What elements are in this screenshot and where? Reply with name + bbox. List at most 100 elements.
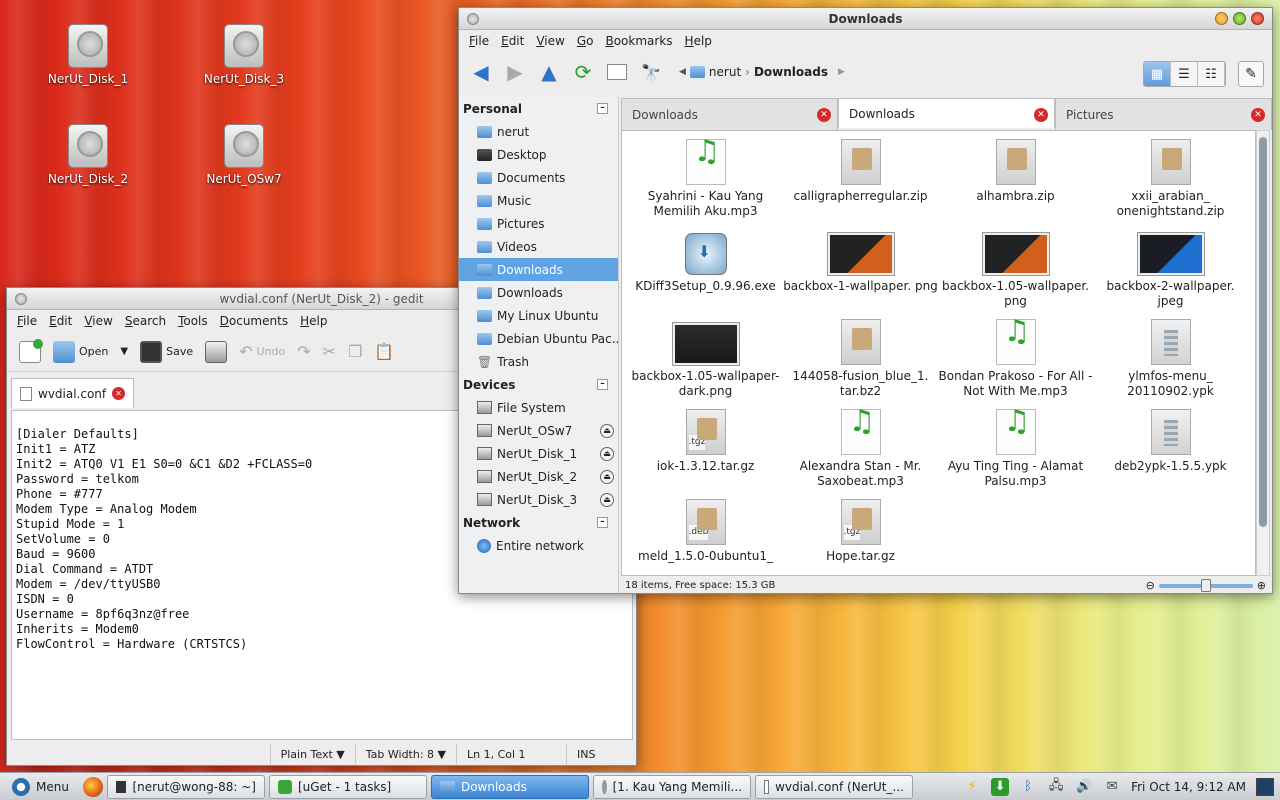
icons-view-button[interactable]: ▦ bbox=[1144, 62, 1171, 86]
file-item[interactable]: KDiff3Setup_0.9.96.exe bbox=[628, 229, 783, 319]
clock[interactable]: Fri Oct 14, 9:12 AM bbox=[1131, 780, 1246, 794]
device-disk3[interactable]: NerUt_Disk_3 ⏏ bbox=[459, 488, 618, 511]
tab-pictures[interactable]: Pictures ✕ bbox=[1055, 98, 1272, 130]
menu-edit[interactable]: Edit bbox=[43, 314, 78, 328]
menu-search[interactable]: Search bbox=[119, 314, 172, 328]
dolphin-titlebar[interactable]: Downloads bbox=[459, 8, 1272, 30]
back-button[interactable]: ◀ bbox=[467, 58, 495, 86]
file-item[interactable]: Ayu Ting Ting - Alamat Palsu.mp3 bbox=[938, 409, 1093, 499]
breadcrumb-parent[interactable]: nerut bbox=[709, 65, 741, 79]
file-item[interactable]: deb2ypk-1.5.5.ypk bbox=[1093, 409, 1248, 499]
columns-view-button[interactable]: ☷ bbox=[1198, 62, 1225, 86]
place-pictures[interactable]: Pictures bbox=[459, 212, 618, 235]
task-gedit[interactable]: wvdial.conf (NerUt_... bbox=[754, 774, 913, 799]
file-item[interactable]: .tgz Hope.tar.gz bbox=[783, 499, 938, 575]
menu-go[interactable]: Go bbox=[571, 34, 600, 48]
network-entire[interactable]: Entire network bbox=[459, 534, 618, 557]
menu-edit[interactable]: Edit bbox=[495, 34, 530, 48]
place-downloads-selected[interactable]: Downloads bbox=[459, 258, 618, 281]
breadcrumb-next-arrow[interactable]: ▶ bbox=[838, 67, 845, 77]
close-icon[interactable] bbox=[15, 293, 27, 305]
network-icon[interactable]: 🖧 bbox=[1047, 778, 1065, 796]
firefox-launcher-icon[interactable] bbox=[82, 776, 103, 797]
tab-downloads-1[interactable]: Downloads ✕ bbox=[621, 98, 838, 130]
file-item[interactable]: .deb meld_1.5.0-0ubuntu1_ bbox=[628, 499, 783, 575]
minimize-icon[interactable] bbox=[1215, 12, 1228, 25]
close-tab-icon[interactable]: ✕ bbox=[817, 108, 831, 122]
file-item[interactable]: .tgz iok-1.3.12.tar.gz bbox=[628, 409, 783, 499]
collapse-icon[interactable]: – bbox=[597, 103, 608, 114]
menu-file[interactable]: File bbox=[463, 34, 495, 48]
desktop-icon-disk1[interactable]: NerUt_Disk_1 bbox=[38, 24, 138, 86]
details-view-button[interactable]: ☰ bbox=[1171, 62, 1198, 86]
task-downloads[interactable]: Downloads bbox=[430, 774, 589, 799]
zoom-out-icon[interactable]: ⊖ bbox=[1146, 579, 1155, 592]
place-my-linux-ubuntu[interactable]: My Linux Ubuntu bbox=[459, 304, 618, 327]
place-videos[interactable]: Videos bbox=[459, 235, 618, 258]
file-item[interactable]: backbox-2-wallpaper. jpeg bbox=[1093, 229, 1248, 319]
vertical-scrollbar[interactable] bbox=[1256, 130, 1270, 576]
eject-icon[interactable]: ⏏ bbox=[600, 469, 614, 484]
desktop-icon-disk2[interactable]: NerUt_Disk_2 bbox=[38, 124, 138, 186]
desktop-icon-osw7[interactable]: NerUt_OSw7 bbox=[194, 124, 294, 186]
file-item[interactable]: ylmfos-menu_ 20110902.ypk bbox=[1093, 319, 1248, 409]
task-player[interactable]: [1. Kau Yang Memili... bbox=[592, 774, 751, 799]
file-item[interactable]: calligrapherregular.zip bbox=[783, 139, 938, 229]
close-tab-icon[interactable]: ✕ bbox=[1034, 108, 1048, 122]
volume-icon[interactable]: 🔊 bbox=[1075, 778, 1093, 796]
device-file-system[interactable]: File System bbox=[459, 396, 618, 419]
zoom-slider[interactable] bbox=[1158, 578, 1253, 592]
file-item[interactable]: alhambra.zip bbox=[938, 139, 1093, 229]
start-menu-button[interactable]: Menu bbox=[4, 775, 77, 799]
undo-button[interactable]: ↶ Undo bbox=[235, 342, 289, 361]
place-nerut[interactable]: nerut bbox=[459, 120, 618, 143]
forward-button[interactable]: ▶ bbox=[501, 58, 529, 86]
menu-help[interactable]: Help bbox=[294, 314, 333, 328]
eject-icon[interactable]: ⏏ bbox=[600, 446, 614, 461]
close-tab-icon[interactable]: ✕ bbox=[1251, 108, 1265, 122]
menu-view[interactable]: View bbox=[78, 314, 118, 328]
tab-width-selector[interactable]: Tab Width: 8 ▼ bbox=[354, 744, 456, 764]
file-item[interactable]: backbox-1-wallpaper. png bbox=[783, 229, 938, 319]
file-item[interactable]: backbox-1.05-wallpaper- dark.png bbox=[628, 319, 783, 409]
print-button[interactable] bbox=[201, 340, 231, 363]
device-osw7[interactable]: NerUt_OSw7 ⏏ bbox=[459, 419, 618, 442]
device-disk1[interactable]: NerUt_Disk_1 ⏏ bbox=[459, 442, 618, 465]
file-item[interactable]: 144058-fusion_blue_1. tar.bz2 bbox=[783, 319, 938, 409]
cut-button[interactable]: ✂ bbox=[319, 342, 340, 361]
menu-help[interactable]: Help bbox=[679, 34, 718, 48]
task-uget[interactable]: [uGet - 1 tasks] bbox=[268, 774, 427, 799]
open-dropdown[interactable]: ▼ bbox=[116, 346, 132, 357]
place-trash[interactable]: 🗑 Trash bbox=[459, 350, 618, 373]
up-button[interactable]: ▲ bbox=[535, 58, 563, 86]
show-desktop-icon[interactable] bbox=[1256, 777, 1274, 796]
copy-button[interactable]: ❐ bbox=[344, 342, 366, 361]
reload-button[interactable]: ⟳ bbox=[569, 58, 597, 86]
file-item[interactable]: Syahrini - Kau Yang Memilih Aku.mp3 bbox=[628, 139, 783, 229]
place-debian-ubuntu[interactable]: Debian Ubuntu Pac... bbox=[459, 327, 618, 350]
find-button[interactable]: 🔭 bbox=[637, 58, 665, 86]
collapse-icon[interactable]: – bbox=[597, 517, 608, 528]
task-terminal[interactable]: [nerut@wong-88: ~] bbox=[106, 774, 265, 799]
new-button[interactable] bbox=[15, 338, 45, 363]
language-selector[interactable]: Plain Text ▼ bbox=[269, 744, 355, 764]
device-disk2[interactable]: NerUt_Disk_2 ⏏ bbox=[459, 465, 618, 488]
place-downloads[interactable]: Downloads bbox=[459, 281, 618, 304]
desktop-icon-disk3[interactable]: NerUt_Disk_3 bbox=[194, 24, 294, 86]
scrollbar-thumb[interactable] bbox=[1259, 137, 1267, 527]
bluetooth-icon[interactable]: ᛒ bbox=[1019, 778, 1037, 796]
close-icon[interactable] bbox=[1251, 12, 1264, 25]
zoom-in-icon[interactable]: ⊕ bbox=[1257, 579, 1266, 592]
mail-icon[interactable]: ✉ bbox=[1103, 778, 1121, 796]
lightning-icon[interactable]: ⚡ bbox=[963, 778, 981, 796]
file-item[interactable]: Bondan Prakoso - For All - Not With Me.m… bbox=[938, 319, 1093, 409]
tab-downloads-2[interactable]: Downloads ✕ bbox=[838, 98, 1055, 128]
menu-bookmarks[interactable]: Bookmarks bbox=[599, 34, 678, 48]
zoom-slider-handle[interactable] bbox=[1200, 578, 1211, 592]
menu-tools[interactable]: Tools bbox=[172, 314, 214, 328]
save-button[interactable]: Save bbox=[136, 340, 197, 363]
new-folder-button[interactable] bbox=[603, 58, 631, 86]
open-button[interactable]: Open bbox=[49, 340, 112, 363]
maximize-icon[interactable] bbox=[1233, 12, 1246, 25]
file-item[interactable]: backbox-1.05-wallpaper. png bbox=[938, 229, 1093, 319]
